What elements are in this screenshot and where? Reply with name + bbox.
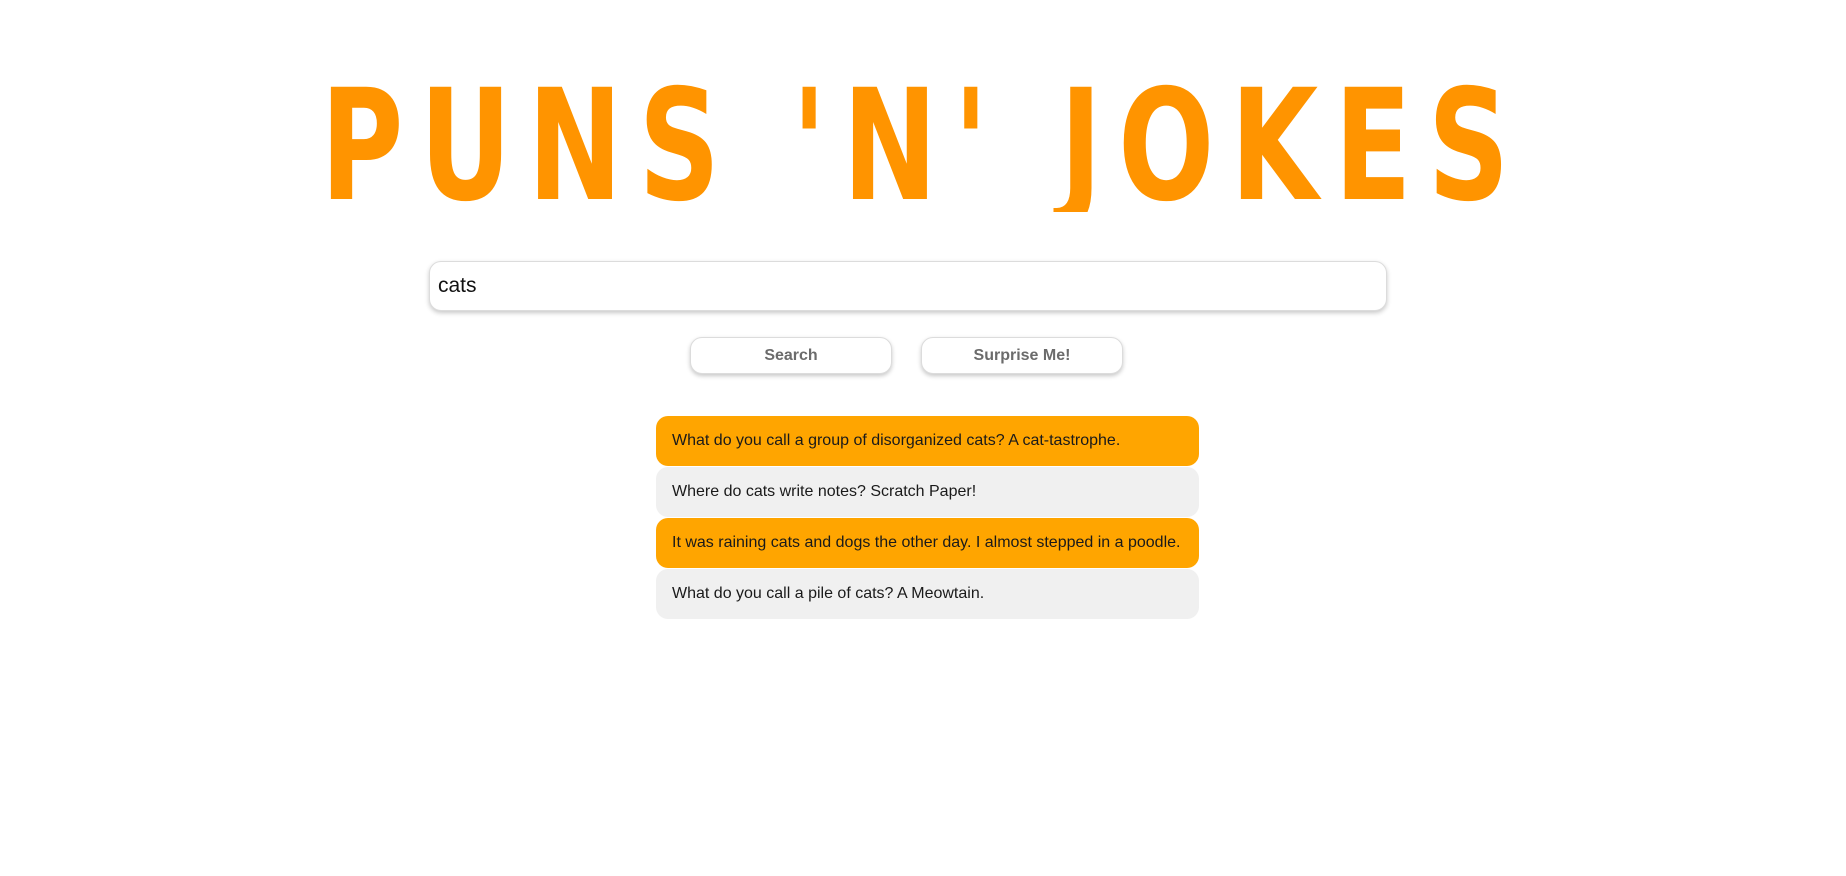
result-item[interactable]: What do you call a pile of cats? A Meowt…	[656, 569, 1199, 619]
search-box[interactable]	[429, 261, 1387, 311]
logo-title: PUNS 'N' JOKES	[0, 62, 1846, 212]
result-item[interactable]: Where do cats write notes? Scratch Paper…	[656, 467, 1199, 517]
result-item[interactable]: It was raining cats and dogs the other d…	[656, 518, 1199, 568]
result-item[interactable]: What do you call a group of disorganized…	[656, 416, 1199, 466]
surprise-me-button[interactable]: Surprise Me!	[921, 337, 1123, 374]
page: PUNS 'N' JOKES Search Surprise Me! What …	[0, 0, 1846, 876]
search-input[interactable]	[430, 262, 1386, 310]
logo-title-text: PUNS 'N' JOKES	[321, 62, 1526, 212]
results-list: What do you call a group of disorganized…	[656, 416, 1199, 620]
search-button[interactable]: Search	[690, 337, 892, 374]
